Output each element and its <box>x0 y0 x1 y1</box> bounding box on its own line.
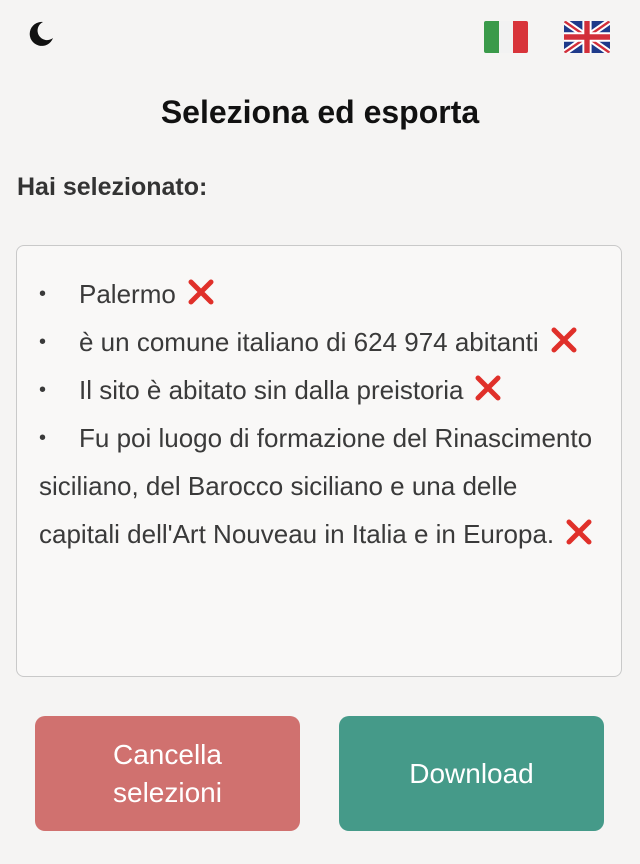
remove-icon[interactable] <box>564 514 594 545</box>
list-item: • Fu poi luogo di formazione del Rinascim… <box>39 414 603 558</box>
selection-list: • Palermo • è un comune italiano di 624 97… <box>39 270 603 558</box>
selection-text: Fu poi luogo di formazione del Rinascime… <box>39 423 593 549</box>
download-button[interactable]: Download <box>339 716 604 831</box>
remove-icon[interactable] <box>186 274 216 305</box>
clear-selections-button[interactable]: Cancella selezioni <box>35 716 300 831</box>
bullet: • <box>39 379 47 401</box>
list-item: • è un comune italiano di 624 974 abitant… <box>39 318 603 366</box>
page-title: Seleziona ed esporta <box>160 94 480 130</box>
download-label: Download <box>409 757 534 789</box>
bullet: • <box>39 427 47 449</box>
selection-box: • Palermo • è un comune italiano di 624 97… <box>16 245 622 677</box>
selection-text: Il sito è abitato sin dalla preistoria <box>79 375 464 405</box>
remove-icon[interactable] <box>473 370 503 401</box>
selection-text: Palermo <box>79 279 176 309</box>
page: Seleziona ed esporta Hai selezionato: • P… <box>0 0 640 864</box>
uk-flag-icon[interactable] <box>564 21 610 53</box>
list-item: • Il sito è abitato sin dalla preistoria <box>39 366 603 414</box>
clear-selections-label-line2: selezioni <box>113 776 222 808</box>
list-item: • Palermo <box>39 270 603 318</box>
remove-icon[interactable] <box>549 322 579 353</box>
selection-heading: Hai selezionato: <box>17 173 208 201</box>
bullet: • <box>39 331 47 353</box>
italian-flag-icon[interactable] <box>484 21 528 53</box>
selection-text: è un comune italiano di 624 974 abitanti <box>79 327 539 357</box>
moon-icon[interactable] <box>24 18 56 50</box>
bullet: • <box>39 283 47 305</box>
clear-selections-label-line1: Cancella <box>113 738 222 770</box>
